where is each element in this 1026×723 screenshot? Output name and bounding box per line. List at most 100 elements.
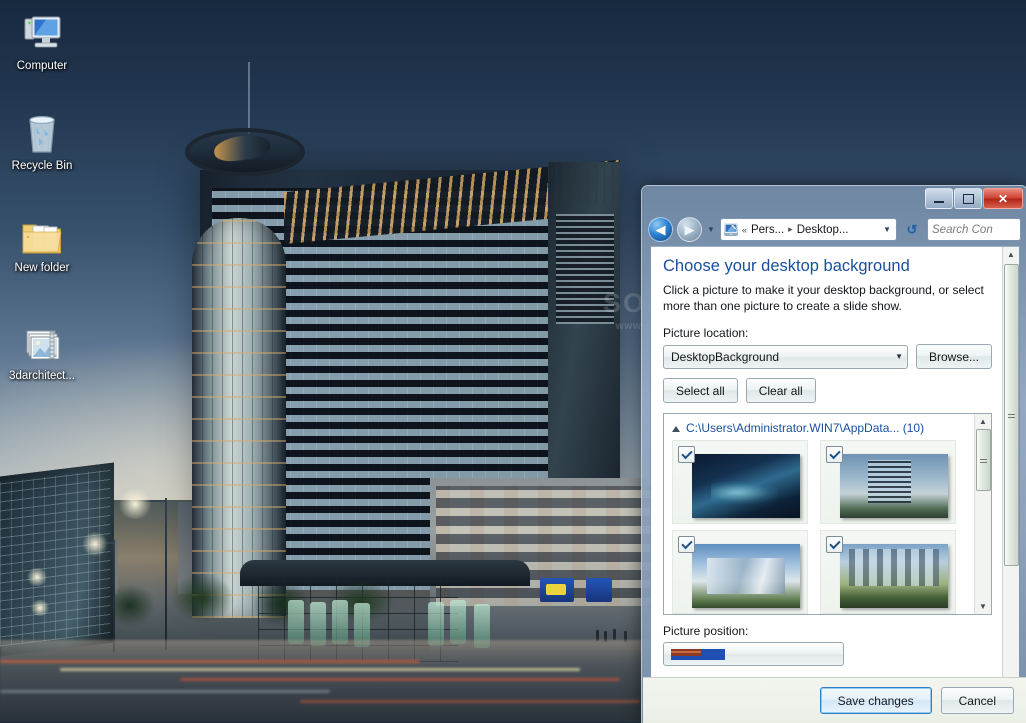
desktop-icon-recycle-bin[interactable]: Recycle Bin	[2, 108, 82, 173]
minimize-button[interactable]	[925, 188, 953, 209]
scroll-down-arrow-icon[interactable]: ▼	[975, 599, 991, 614]
wallpaper-lamp-glow-3	[26, 568, 48, 586]
picture-list-scrollbar[interactable]: ▲ ▼	[974, 414, 991, 614]
scroll-thumb-grip	[1008, 412, 1015, 418]
page-scrollbar[interactable]: ▲ ▼	[1002, 247, 1019, 723]
wallpaper-right-wing	[548, 162, 620, 492]
thumbnail-grid	[672, 440, 968, 614]
content-scroll-viewport: Choose your desktop background Click a p…	[651, 247, 1002, 723]
wallpaper-planter-1	[288, 600, 304, 644]
zip-archive-icon	[2, 318, 82, 366]
wallpaper-lamp-pole-1	[165, 498, 167, 650]
personalization-icon	[723, 223, 738, 236]
computer-icon	[2, 8, 82, 56]
picture-location-dropdown[interactable]: DesktopBackground ▼	[663, 344, 908, 369]
picture-location-row: DesktopBackground ▼ Browse...	[663, 344, 992, 369]
wallpaper-light-streak-2	[60, 668, 580, 671]
picture-group-header[interactable]: C:\Users\Administrator.WIN7\AppData... (…	[672, 421, 968, 435]
thumbnail-highrise-daylight[interactable]	[820, 440, 956, 524]
page-title: Choose your desktop background	[663, 257, 910, 275]
picture-position-label: Picture position:	[663, 624, 749, 638]
breadcrumb-separator[interactable]: ▸	[788, 224, 793, 235]
forward-button[interactable]: ▶	[677, 217, 702, 242]
desktop-icon-label: Recycle Bin	[11, 160, 73, 172]
scroll-thumb-grip	[980, 457, 987, 463]
desktop-icon-computer[interactable]: Computer	[2, 8, 82, 73]
wallpaper-lamp-glow-1	[118, 489, 152, 519]
breadcrumb-personalization[interactable]: Pers...	[751, 224, 784, 236]
wallpaper-billboard-1-logo	[546, 584, 566, 595]
chevron-down-icon: ▼	[895, 352, 903, 361]
wallpaper-light-streak-3	[180, 678, 620, 681]
desktop-icon-3darchitect-archive[interactable]: 3darchitect...	[2, 318, 82, 383]
desktop-icon-label: Computer	[16, 60, 68, 72]
thumbnail-checkbox[interactable]	[678, 536, 695, 553]
refresh-button[interactable]: ↺	[901, 219, 923, 240]
back-button[interactable]: ◀	[648, 217, 673, 242]
wallpaper-right-wing-louvers	[556, 214, 614, 324]
scroll-track[interactable]	[1003, 262, 1019, 709]
thumbnail-checkbox[interactable]	[826, 536, 843, 553]
breadcrumb-desktop-background[interactable]: Desktop...	[797, 224, 849, 236]
content-pane: Choose your desktop background Click a p…	[650, 246, 1020, 723]
wallpaper-planter-6	[450, 600, 466, 644]
browse-button[interactable]: Browse...	[915, 344, 992, 369]
breadcrumb-overflow[interactable]: «	[742, 225, 747, 235]
thumbnail-image	[840, 544, 948, 608]
desktop-background-page: Choose your desktop background Click a p…	[651, 247, 1002, 666]
scroll-up-arrow-icon[interactable]: ▲	[975, 414, 991, 429]
desktop-icon-new-folder[interactable]: New folder	[2, 210, 82, 275]
thumbnail-checkbox[interactable]	[678, 446, 695, 463]
window-title-bar[interactable]: ✕	[642, 186, 1026, 213]
search-placeholder: Search Con	[932, 223, 993, 236]
wallpaper-planter-3	[332, 600, 348, 644]
wallpaper-lamp-pole-2	[113, 540, 115, 652]
chevron-down-icon[interactable]: ▼	[883, 225, 893, 234]
page-subtitle: Click a picture to make it your desktop …	[663, 283, 984, 313]
thumbnail-checkbox[interactable]	[826, 446, 843, 463]
recycle-bin-icon	[2, 108, 82, 156]
picture-location-label: Picture location:	[663, 326, 749, 340]
desktop-icon-label: 3darchitect...	[9, 370, 75, 382]
recent-pages-button[interactable]: ▼	[706, 225, 716, 234]
folder-icon	[2, 210, 82, 258]
thumbnail-image	[840, 454, 948, 518]
thumbnail-aerial-night-plaza[interactable]	[672, 440, 808, 524]
search-input[interactable]: Search Con	[927, 218, 1021, 241]
wallpaper-light-streak-4	[0, 690, 330, 693]
thumbnail-white-mall-building[interactable]	[672, 530, 808, 614]
maximize-glyph	[962, 193, 974, 204]
navigation-bar: ◀ ▶ ▼ « Pers... ▸ Desktop... ▼ ↺ Search …	[642, 213, 1026, 246]
scroll-thumb[interactable]	[976, 429, 991, 491]
picture-list-content: C:\Users\Administrator.WIN7\AppData... (…	[664, 414, 974, 614]
cancel-button[interactable]: Cancel	[940, 687, 1014, 714]
picture-list-box[interactable]: C:\Users\Administrator.WIN7\AppData... (…	[663, 413, 992, 615]
picture-location-value: DesktopBackground	[671, 349, 780, 364]
thumbnail-image	[692, 454, 800, 518]
close-button[interactable]: ✕	[983, 188, 1023, 209]
maximize-button[interactable]	[954, 188, 982, 209]
wallpaper-lamp-glow-2	[82, 532, 108, 556]
clear-all-button[interactable]: Clear all	[745, 378, 816, 403]
wallpaper-lamp-glow-4	[30, 600, 50, 616]
thumbnail-residential-towers[interactable]	[820, 530, 956, 614]
control-panel-window[interactable]: ✕ ◀ ▶ ▼ « Pers... ▸ Desktop... ▼ ↺ Searc…	[641, 185, 1026, 723]
scroll-thumb[interactable]	[1004, 264, 1019, 566]
chevron-collapse-icon[interactable]	[672, 425, 680, 432]
scroll-up-arrow-icon[interactable]: ▲	[1003, 247, 1019, 262]
address-bar[interactable]: « Pers... ▸ Desktop... ▼	[719, 218, 897, 241]
wallpaper-person-3	[613, 629, 616, 640]
picture-position-dropdown[interactable]	[663, 642, 844, 666]
picture-position-value	[671, 648, 839, 660]
scroll-track[interactable]	[975, 429, 991, 599]
dialog-footer: Save changes Cancel	[643, 677, 1026, 723]
thumbnail-image	[692, 544, 800, 608]
desktop-icon-label: New folder	[14, 262, 70, 274]
wallpaper-tree-line	[90, 548, 420, 644]
window-controls: ✕	[925, 188, 1023, 209]
select-all-button[interactable]: Select all	[663, 378, 738, 403]
selection-buttons: Select all Clear all	[663, 378, 992, 403]
wallpaper-light-streak-5	[300, 700, 640, 703]
save-changes-button[interactable]: Save changes	[819, 687, 932, 714]
wallpaper-mast	[248, 62, 250, 134]
